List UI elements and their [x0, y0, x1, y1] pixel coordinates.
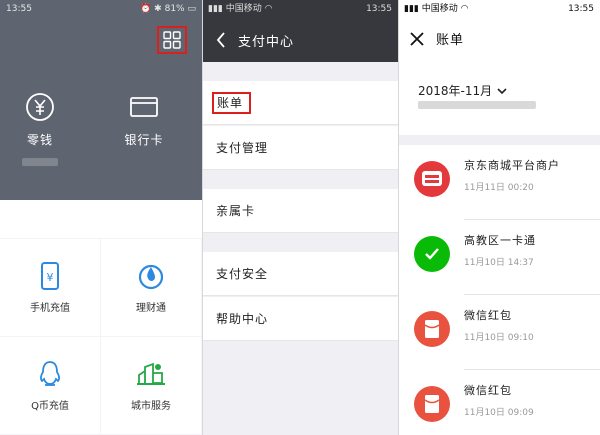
wallet-change-label: 零钱	[26, 133, 53, 147]
menu-item-payment-management[interactable]: 支付管理	[202, 126, 398, 170]
menu-item-payment-security[interactable]: 支付安全	[202, 252, 398, 296]
menu-item-label: 支付安全	[216, 267, 269, 281]
bill-panel: ▮▮▮ 中国移动 ◠ 13:55 账单 2018年-11月 京东商城平台商户 1…	[398, 0, 600, 435]
status-battery: ⏰ ✱ 81% ▭	[140, 0, 196, 18]
wallet-bank-card-label: 银行卡	[124, 133, 164, 147]
wallet-change[interactable]: 零钱	[0, 92, 80, 166]
menu-item-label: 账单	[212, 92, 252, 114]
month-value: 2018年-11月	[418, 84, 493, 98]
menu-item-family-card[interactable]: 亲属卡	[202, 189, 398, 233]
bill-merchant: 高教区一卡通	[464, 234, 536, 247]
wallet-bank-card[interactable]: 银行卡	[104, 92, 184, 148]
signal-icon: ▮▮▮	[404, 4, 419, 14]
bill-item[interactable]: 微信红包 11月10日 09:09	[398, 370, 600, 435]
app-grid-button[interactable]	[157, 26, 187, 54]
section-separator	[398, 135, 600, 145]
bill-time: 11月10日 14:37	[464, 258, 534, 268]
wallet-header: 13:55 ⏰ ✱ 81% ▭ 零钱 银行卡	[0, 0, 202, 200]
service-phone-recharge[interactable]: ¥ 手机充值	[0, 239, 100, 336]
bill-header: ▮▮▮ 中国移动 ◠ 13:55 账单 2018年-11月	[398, 0, 600, 135]
service-label: 城市服务	[131, 401, 171, 412]
menu-item-label: 亲属卡	[216, 204, 256, 218]
back-button[interactable]	[206, 18, 236, 62]
status-carrier: ▮▮▮ 中国移动 ◠	[208, 4, 273, 14]
status-bar: ▮▮▮ 中国移动 ◠ 13:55	[202, 0, 398, 18]
service-label: 理财通	[136, 303, 166, 314]
menu-item-label: 帮助中心	[216, 312, 269, 326]
menu-item-help-center[interactable]: 帮助中心	[202, 297, 398, 341]
service-label: 手机充值	[30, 303, 70, 314]
phone-recharge-icon: ¥	[35, 261, 65, 291]
red-packet-icon	[414, 311, 450, 347]
status-bar: ▮▮▮ 中国移动 ◠ 13:55	[398, 0, 600, 18]
status-time: 13:55	[568, 4, 594, 14]
page-title: 支付中心	[238, 34, 295, 50]
nav-bar: 支付中心	[202, 18, 398, 62]
wallet-change-amount-blurred	[22, 158, 58, 166]
bill-merchant: 微信红包	[464, 384, 512, 397]
service-qcoin-recharge[interactable]: Q币充值	[0, 337, 100, 434]
panel-divider	[202, 0, 203, 435]
status-bar: 13:55 ⏰ ✱ 81% ▭	[0, 0, 202, 18]
bill-time: 11月10日 09:10	[464, 333, 534, 343]
jd-logo-icon	[414, 161, 450, 197]
alarm-icon: ⏰	[140, 4, 152, 14]
signal-icon: ▮▮▮	[208, 4, 223, 14]
page-title: 账单	[436, 33, 465, 48]
close-button[interactable]	[406, 28, 428, 50]
service-city[interactable]: 城市服务	[101, 337, 201, 434]
month-summary-blurred	[418, 101, 536, 109]
qq-penguin-icon	[35, 359, 65, 389]
battery-icon: ▭	[187, 4, 196, 14]
bill-merchant: 微信红包	[464, 309, 512, 322]
app-grid-icon	[163, 31, 181, 49]
battery-percent: 81%	[164, 4, 185, 14]
svg-text:¥: ¥	[47, 271, 54, 284]
wechat-pay-icon	[414, 236, 450, 272]
bill-time: 11月10日 09:09	[464, 408, 534, 418]
red-packet-icon	[414, 386, 450, 422]
bill-time: 11月11日 00:20	[464, 183, 534, 193]
city-service-icon	[136, 359, 166, 389]
chevron-down-icon	[497, 84, 507, 98]
payment-center-panel: ▮▮▮ 中国移动 ◠ 13:55 支付中心 账单 支付管理 亲属卡 支付安全 帮…	[202, 0, 398, 435]
service-wealth[interactable]: 理财通	[101, 239, 201, 336]
wallet-panel: 13:55 ⏰ ✱ 81% ▭ 零钱 银行卡 ¥ 手机充值 理财通 Q币充值 城…	[0, 0, 202, 435]
payment-center-header: ▮▮▮ 中国移动 ◠ 13:55 支付中心	[202, 0, 398, 62]
bill-item[interactable]: 微信红包 11月10日 09:10	[398, 295, 600, 369]
menu-item-label: 支付管理	[216, 141, 269, 155]
bill-item[interactable]: 京东商城平台商户 11月11日 00:20	[398, 145, 600, 219]
yen-circle-icon	[25, 92, 55, 122]
panel-divider	[398, 0, 399, 435]
month-selector[interactable]: 2018年-11月	[418, 82, 507, 99]
service-label: Q币充值	[31, 401, 69, 412]
close-icon	[410, 32, 424, 46]
status-carrier: ▮▮▮ 中国移动 ◠	[404, 4, 469, 14]
status-time: 13:55	[6, 4, 32, 14]
status-time: 13:55	[366, 4, 392, 14]
wealth-drop-icon	[136, 261, 166, 291]
wallet-spacer	[0, 200, 202, 238]
bill-item[interactable]: 高教区一卡通 11月10日 14:37	[398, 220, 600, 294]
menu-item-bill[interactable]: 账单	[202, 81, 398, 125]
bill-merchant: 京东商城平台商户	[464, 159, 560, 172]
wifi-icon: ◠	[460, 4, 469, 14]
bank-card-icon	[129, 92, 159, 122]
chevron-left-icon	[216, 32, 225, 48]
wifi-icon: ◠	[264, 4, 273, 14]
bluetooth-icon: ✱	[154, 4, 162, 14]
